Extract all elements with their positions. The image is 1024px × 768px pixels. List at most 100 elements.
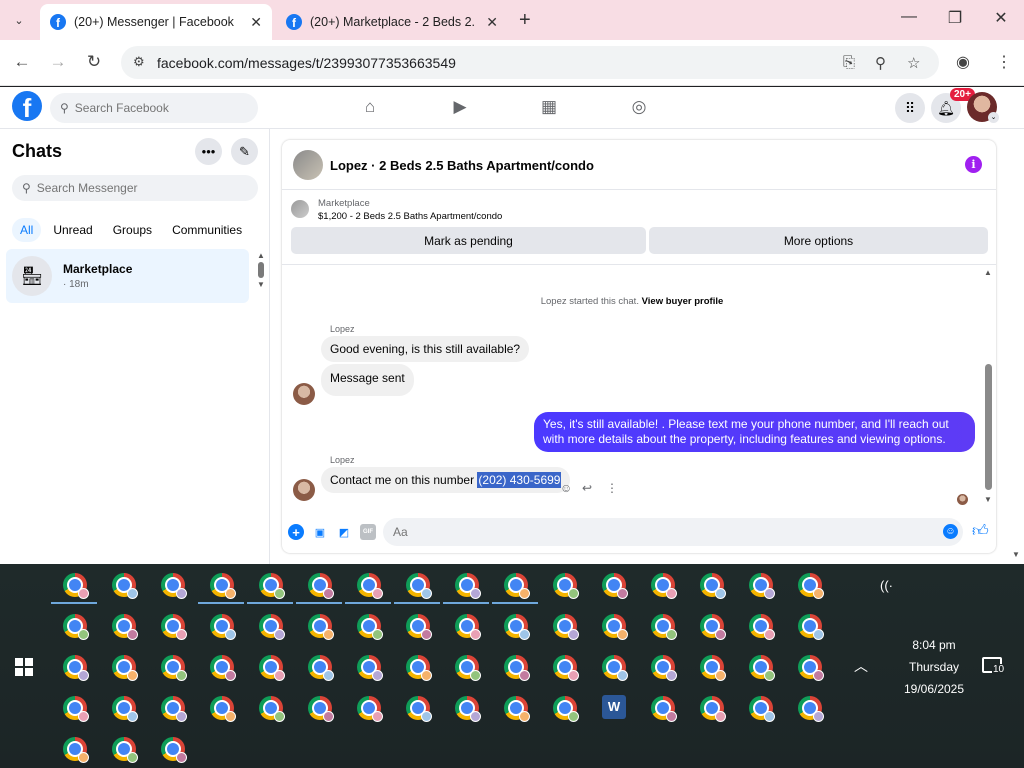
chrome-window-icon[interactable] (455, 573, 481, 599)
more-actions-icon[interactable]: ⋮ (606, 481, 618, 495)
chrome-window-icon[interactable] (161, 696, 187, 722)
chrome-window-icon[interactable] (112, 573, 138, 599)
chrome-window-icon[interactable] (553, 696, 579, 722)
chrome-window-icon[interactable] (749, 655, 775, 681)
chrome-window-icon[interactable] (63, 737, 89, 763)
mark-as-pending-button[interactable]: Mark as pending (291, 227, 646, 254)
chrome-window-icon[interactable] (259, 696, 285, 722)
facebook-logo-icon[interactable]: f (12, 91, 42, 121)
chrome-window-icon[interactable] (700, 614, 726, 640)
photo-icon[interactable]: ▣ (312, 524, 328, 540)
chrome-window-icon[interactable] (651, 655, 677, 681)
forward-icon[interactable]: → (46, 52, 70, 72)
chrome-window-icon[interactable] (504, 614, 530, 640)
restore-icon[interactable]: ❐ (940, 8, 970, 28)
chrome-window-icon[interactable] (749, 614, 775, 640)
chrome-window-icon[interactable] (749, 696, 775, 722)
filter-communities[interactable]: Communities (164, 218, 250, 242)
chrome-window-icon[interactable] (651, 573, 677, 599)
chrome-window-icon[interactable] (161, 573, 187, 599)
chrome-window-icon[interactable] (749, 573, 775, 599)
listing-photo[interactable] (293, 150, 323, 180)
sidebar-scrollbar[interactable]: ▲ ▼ (256, 251, 266, 301)
chrome-window-icon[interactable] (308, 614, 334, 640)
reply-icon[interactable]: ↩ (582, 481, 592, 495)
chrome-window-icon[interactable] (259, 573, 285, 599)
profile-icon[interactable]: ◉ (956, 52, 970, 72)
bookmark-star-icon[interactable]: ☆ (907, 54, 920, 72)
menu-kebab-icon[interactable]: ⋮ (996, 52, 1012, 72)
chrome-window-icon[interactable] (651, 696, 677, 722)
chrome-window-icon[interactable] (259, 655, 285, 681)
filter-groups[interactable]: Groups (105, 218, 160, 242)
new-message-icon[interactable]: ✎ (231, 138, 258, 165)
more-options-icon[interactable]: ••• (195, 138, 222, 165)
more-options-button[interactable]: More options (649, 227, 988, 254)
marketplace-icon[interactable]: ▦ (537, 97, 561, 117)
chrome-window-icon[interactable] (308, 573, 334, 599)
outgoing-message[interactable]: Yes, it's still available! . Please text… (534, 412, 975, 452)
menu-grid-icon[interactable]: ⠿ (895, 93, 925, 123)
sticker-icon[interactable]: ◩ (336, 524, 352, 540)
emoji-icon[interactable]: ☺ (943, 524, 958, 539)
chrome-window-icon[interactable] (553, 614, 579, 640)
chrome-window-icon[interactable] (553, 573, 579, 599)
info-icon[interactable]: i (965, 156, 982, 173)
new-tab-icon[interactable]: + (519, 9, 531, 32)
thread-scrollbar[interactable]: ▲ ▼ (982, 266, 994, 511)
back-icon[interactable]: ← (10, 52, 34, 72)
chrome-window-icon[interactable] (357, 696, 383, 722)
chrome-window-icon[interactable] (161, 737, 187, 763)
chrome-window-icon[interactable] (357, 655, 383, 681)
sender-avatar[interactable] (293, 479, 315, 501)
chrome-window-icon[interactable] (455, 655, 481, 681)
react-emoji-icon[interactable]: ☺ (560, 481, 572, 495)
chrome-window-icon[interactable] (406, 573, 432, 599)
chrome-window-icon[interactable] (112, 696, 138, 722)
tab-search-icon[interactable]: ⌄ (6, 8, 32, 32)
messenger-search-input[interactable] (36, 181, 187, 195)
home-icon[interactable]: ⌂ (358, 97, 382, 117)
video-icon[interactable]: ▶ (448, 97, 472, 117)
listing-title[interactable]: $1,200 - 2 Beds 2.5 Baths Apartment/cond… (318, 211, 502, 222)
close-tab-icon[interactable]: ✕ (486, 14, 498, 31)
chrome-window-icon[interactable] (210, 614, 236, 640)
chat-title[interactable]: Lopez · 2 Beds 2.5 Baths Apartment/condo (330, 158, 594, 173)
chrome-window-icon[interactable] (406, 696, 432, 722)
chrome-window-icon[interactable] (455, 696, 481, 722)
chrome-window-icon[interactable] (63, 573, 89, 599)
close-window-icon[interactable]: ✕ (986, 8, 1016, 28)
windows-start-icon[interactable] (15, 658, 33, 676)
filter-unread[interactable]: Unread (45, 218, 100, 242)
zoom-icon[interactable]: ⚲ (875, 54, 886, 72)
chrome-window-icon[interactable] (700, 696, 726, 722)
reload-icon[interactable]: ↻ (82, 52, 106, 72)
chrome-window-icon[interactable] (602, 655, 628, 681)
incoming-message[interactable]: Message sent (321, 364, 414, 396)
page-scroll-down-icon[interactable]: ▼ (1012, 550, 1020, 559)
filter-all[interactable]: All (12, 218, 42, 242)
chrome-window-icon[interactable] (357, 573, 383, 599)
close-tab-icon[interactable]: ✕ (250, 14, 262, 31)
word-icon[interactable]: W (602, 695, 626, 719)
chrome-window-icon[interactable] (504, 573, 530, 599)
scroll-thumb[interactable] (985, 364, 992, 490)
minimize-icon[interactable]: — (894, 8, 924, 26)
system-clock[interactable]: 8:04 pm Thursday 19/06/2025 (896, 634, 972, 700)
tab-marketplace[interactable]: f (20+) Marketplace - 2 Beds 2.5 ✕ (276, 4, 508, 40)
chrome-window-icon[interactable] (63, 614, 89, 640)
chrome-window-icon[interactable] (210, 573, 236, 599)
chrome-window-icon[interactable] (455, 614, 481, 640)
scroll-down-icon[interactable]: ▼ (256, 280, 266, 289)
chrome-window-icon[interactable] (259, 614, 285, 640)
show-hidden-icons-chevron-icon[interactable]: ︿ (854, 656, 868, 676)
scroll-thumb[interactable] (258, 262, 264, 278)
url-text[interactable]: facebook.com/messages/t/2399307735366354… (157, 55, 456, 71)
chrome-window-icon[interactable] (112, 614, 138, 640)
chrome-window-icon[interactable] (308, 655, 334, 681)
chrome-window-icon[interactable] (308, 696, 334, 722)
incoming-message[interactable]: Good evening, is this still available? (321, 336, 530, 362)
plus-icon[interactable]: + (288, 524, 304, 540)
chrome-window-icon[interactable] (406, 614, 432, 640)
message-input-wrapper[interactable] (383, 518, 963, 546)
